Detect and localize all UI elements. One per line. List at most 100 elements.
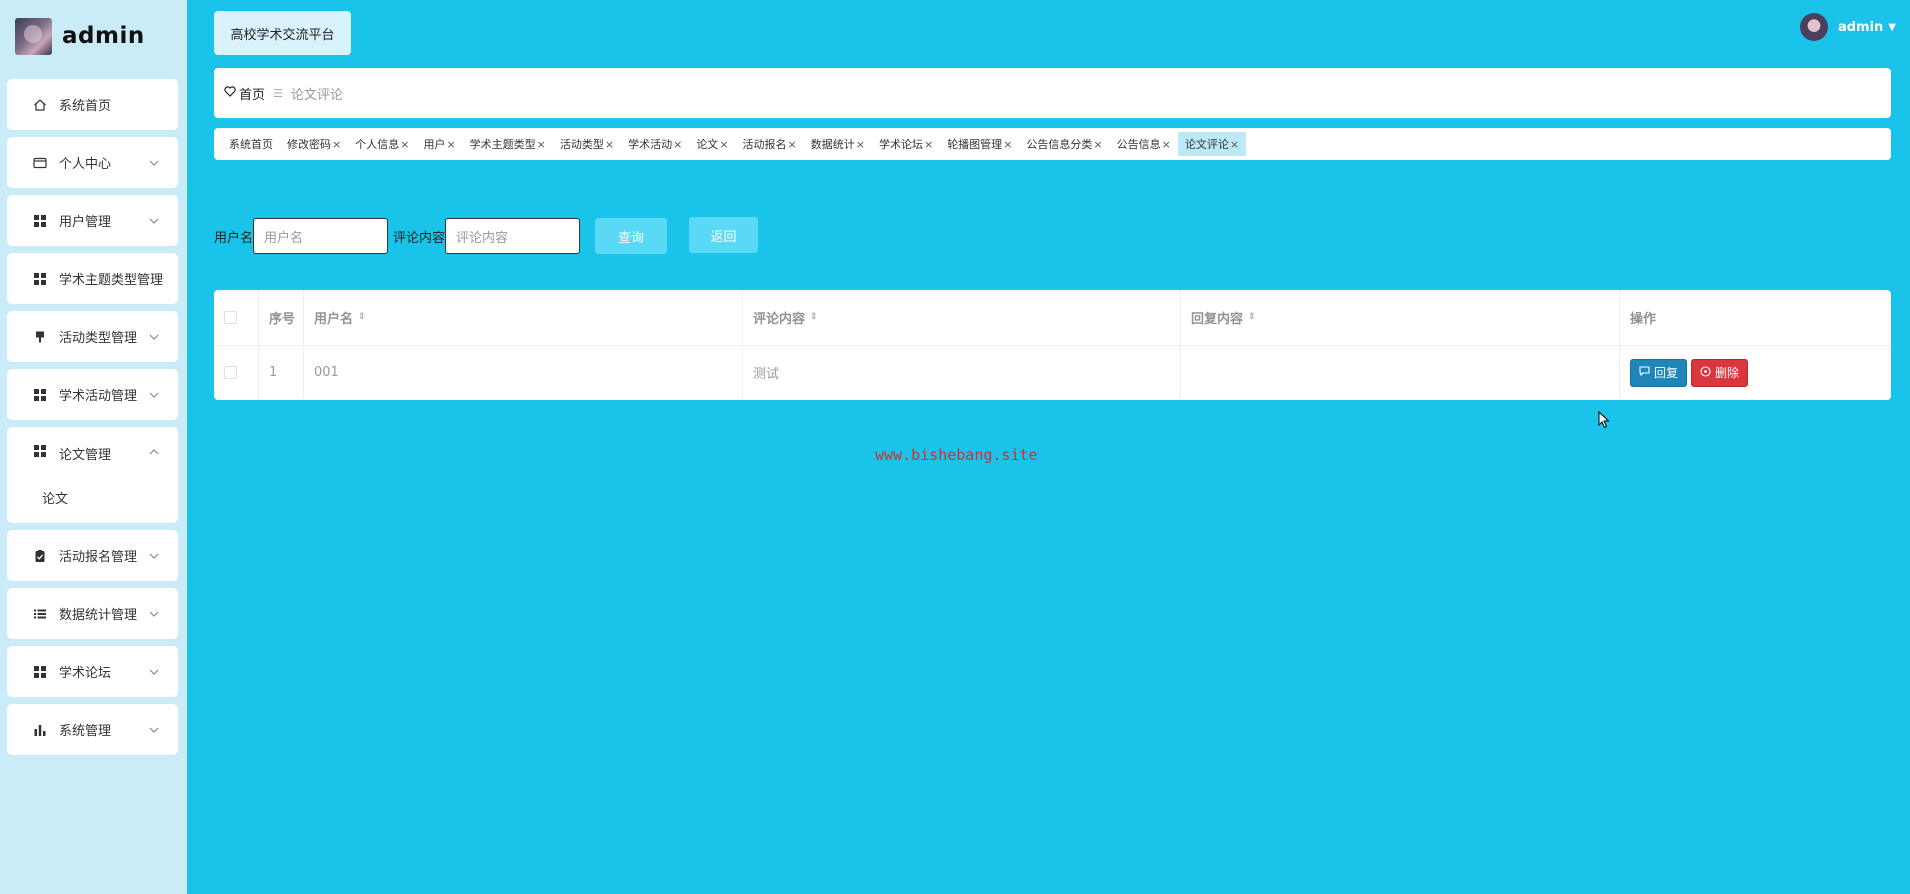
cell-comment: 测试 <box>743 346 1181 399</box>
query-button[interactable]: 查询 <box>595 218 667 254</box>
tab-label: 学术活动 <box>628 138 673 151</box>
avatar[interactable] <box>1799 13 1828 41</box>
chevron-down-icon <box>148 608 160 620</box>
close-icon[interactable]: × <box>446 138 455 151</box>
sidebar-item-label: 个人中心 <box>59 157 112 172</box>
sidebar-item-activity-type-management[interactable]: 活动类型管理 <box>7 311 178 362</box>
close-icon[interactable]: × <box>924 138 933 151</box>
delete-button-label: 删除 <box>1715 366 1740 380</box>
close-icon[interactable]: × <box>1162 138 1171 151</box>
sidebar-item-user-management[interactable]: 用户管理 <box>7 195 178 246</box>
header-label: 评论内容 <box>753 311 806 327</box>
close-icon[interactable]: × <box>332 138 341 151</box>
close-icon[interactable]: × <box>537 138 546 151</box>
tab-item[interactable]: 系统首页 <box>222 132 280 156</box>
row-select-cell <box>214 346 259 399</box>
comment-label: 评论内容 <box>393 230 446 246</box>
back-button[interactable]: 返回 <box>689 217 758 253</box>
tab-item[interactable]: 学术论坛 × <box>872 132 940 156</box>
caret-down-icon[interactable]: ▼ <box>1888 22 1896 33</box>
tab-item[interactable]: 论文 × <box>689 132 735 156</box>
chevron-down-icon <box>148 331 160 343</box>
brush-icon <box>33 330 47 344</box>
grid-icon <box>33 388 47 402</box>
sidebar-item-academic-activity-management[interactable]: 学术活动管理 <box>7 369 178 420</box>
close-icon[interactable]: × <box>1230 138 1239 151</box>
close-icon[interactable]: × <box>719 138 728 151</box>
sidebar-item-label: 学术论坛 <box>59 666 112 681</box>
sidebar-item-label: 系统管理 <box>59 724 112 739</box>
close-icon[interactable]: × <box>400 138 409 151</box>
tab-item[interactable]: 活动报名 × <box>736 132 804 156</box>
brand: admin <box>15 17 145 55</box>
tab-label: 用户 <box>423 138 446 151</box>
header-label: 用户名 <box>314 311 354 327</box>
breadcrumb-home[interactable]: 首页 <box>239 84 265 103</box>
sidebar-item-label: 系统首页 <box>59 99 112 114</box>
header-label: 序号 <box>269 311 296 327</box>
sidebar-item-label: 活动类型管理 <box>59 331 138 346</box>
close-icon[interactable]: × <box>856 138 865 151</box>
delete-button[interactable]: 删除 <box>1691 358 1749 387</box>
tab-label: 学术主题类型 <box>469 138 536 151</box>
tab-item[interactable]: 公告信息 × <box>1110 132 1178 156</box>
close-icon[interactable]: × <box>1003 138 1012 151</box>
comment-input[interactable]: 评论内容 <box>445 218 581 254</box>
grid-icon <box>33 444 47 458</box>
sidebar-item-paper-management[interactable]: 论文管理 论文 <box>7 427 178 523</box>
sidebar-item-activity-signup-management[interactable]: 活动报名管理 <box>7 530 178 581</box>
tab-label: 轮播图管理 <box>947 138 1003 151</box>
sidebar-item-personal-center[interactable]: 个人中心 <box>7 137 178 188</box>
user-menu[interactable]: admin ▼ <box>1799 13 1896 41</box>
comment-icon <box>1639 366 1650 379</box>
cell-reply <box>1181 346 1620 399</box>
header-label: 回复内容 <box>1191 311 1244 327</box>
sidebar-item-academic-forum[interactable]: 学术论坛 <box>7 646 178 697</box>
heart-icon <box>224 85 236 101</box>
tab-item[interactable]: 论文评论 × <box>1177 132 1247 156</box>
tab-label: 修改密码 <box>287 138 331 151</box>
sort-icon[interactable]: ⇕ <box>358 312 366 322</box>
platform-title-button[interactable]: 高校学术交流平台 <box>214 11 351 55</box>
user-name[interactable]: admin <box>1838 20 1883 35</box>
sidebar-item-label: 活动报名管理 <box>59 550 138 565</box>
close-icon[interactable]: × <box>605 138 614 151</box>
tab-item[interactable]: 学术活动 × <box>621 132 689 156</box>
sidebar-subitem-paper[interactable]: 论文 <box>42 488 68 507</box>
tab-item[interactable]: 活动类型 × <box>553 132 621 156</box>
close-icon[interactable]: × <box>673 138 682 151</box>
header-comment[interactable]: 评论内容 ⇕ <box>743 290 1181 344</box>
tabs-bar: 系统首页 修改密码 × 个人信息 × 用户 × 学术主题类型 × 活动类型 × 学术活动 × 论文 × 活动报… <box>214 128 1891 160</box>
close-icon[interactable]: × <box>1093 138 1102 151</box>
tab-item[interactable]: 轮播图管理 × <box>940 132 1019 156</box>
tab-item[interactable]: 修改密码 × <box>280 132 348 156</box>
chevron-down-icon <box>148 157 160 169</box>
reply-button[interactable]: 回复 <box>1630 358 1688 387</box>
username-input[interactable]: 用户名 <box>253 218 389 254</box>
header-username[interactable]: 用户名 ⇕ <box>304 290 743 344</box>
table-row: 1 001 测试 回复 删除 <box>214 345 1891 399</box>
sidebar-item-label: 数据统计管理 <box>59 608 138 623</box>
sidebar-item-system-management[interactable]: 系统管理 <box>7 704 178 755</box>
tab-item[interactable]: 数据统计 × <box>804 132 872 156</box>
sidebar-item-statistics-management[interactable]: 数据统计管理 <box>7 588 178 639</box>
table-header-row: 序号 用户名 ⇕ 评论内容 ⇕ 回复内容 ⇕ 操作 <box>214 290 1891 344</box>
tab-item[interactable]: 学术主题类型 × <box>463 132 553 156</box>
tab-item[interactable]: 个人信息 × <box>348 132 416 156</box>
sort-icon[interactable]: ⇕ <box>1248 312 1256 322</box>
header-reply[interactable]: 回复内容 ⇕ <box>1181 290 1620 344</box>
sidebar-item-home[interactable]: 系统首页 <box>7 79 178 130</box>
close-icon[interactable]: × <box>788 138 797 151</box>
breadcrumb-separator-icon: ☰ <box>273 86 283 100</box>
select-all-cell <box>214 290 259 344</box>
select-all-checkbox[interactable] <box>224 310 237 324</box>
sidebar: admin 系统首页 个人中心 用户管理 学术主题类型管理 活动类型管理 学术活… <box>0 0 187 894</box>
grid-icon <box>33 665 47 679</box>
tab-item[interactable]: 公告信息分类 × <box>1019 132 1109 156</box>
header-actions: 操作 <box>1620 290 1891 344</box>
sidebar-item-topic-type-management[interactable]: 学术主题类型管理 <box>7 253 178 304</box>
tab-item[interactable]: 用户 × <box>416 132 462 156</box>
sort-icon[interactable]: ⇕ <box>810 312 818 322</box>
id-card-icon <box>33 156 47 170</box>
row-checkbox[interactable] <box>224 366 237 379</box>
